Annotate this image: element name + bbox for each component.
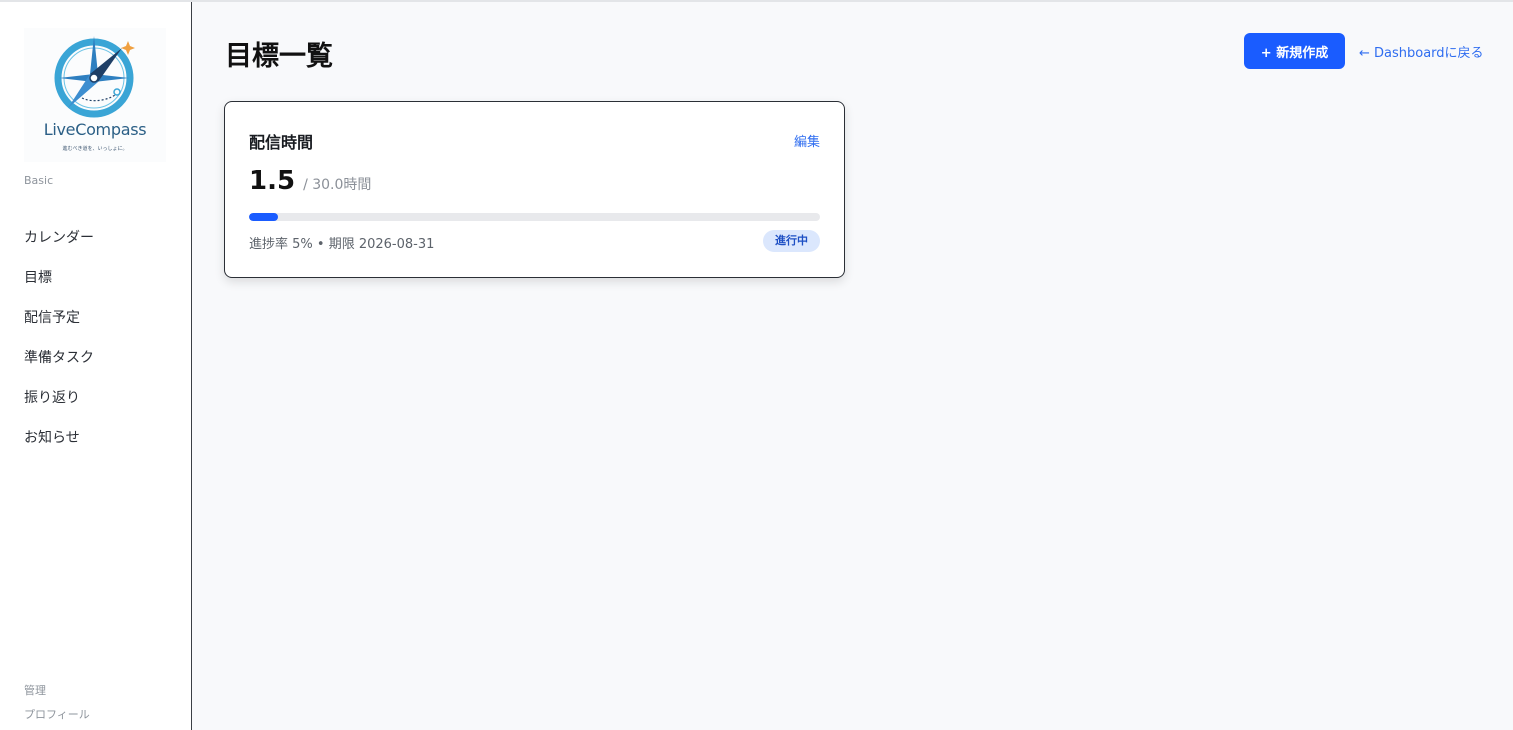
sidebar-item-admin[interactable]: 管理 xyxy=(24,684,90,708)
sidebar-item-review[interactable]: 振り返り xyxy=(24,388,94,428)
sidebar-footer: 管理 プロフィール xyxy=(24,684,90,730)
goal-card: 配信時間 編集 1.5 / 30.0時間 進捗率 5% • 期限 2026-08… xyxy=(224,101,845,278)
app-logo[interactable]: LiveCompass 進むべき道を、いっしょに。 xyxy=(24,28,166,162)
sidebar-item-schedule[interactable]: 配信予定 xyxy=(24,308,94,348)
logo-text: LiveCompass xyxy=(43,120,147,139)
goal-progress-bar xyxy=(249,213,820,221)
plan-label: Basic xyxy=(24,174,54,187)
goal-meta: 進捗率 5% • 期限 2026-08-31 xyxy=(249,237,435,252)
goal-title: 配信時間 xyxy=(249,133,314,152)
sidebar-item-goals[interactable]: 目標 xyxy=(24,268,94,308)
goal-progress-fill xyxy=(249,213,278,221)
new-goal-button[interactable]: + 新規作成 xyxy=(1244,33,1345,69)
main-content: 目標一覧 + 新規作成 ← Dashboardに戻る 配信時間 編集 1.5 /… xyxy=(193,2,1513,730)
goal-target-value: / 30.0時間 xyxy=(303,177,372,193)
sidebar-nav: カレンダー 目標 配信予定 準備タスク 振り返り お知らせ xyxy=(24,228,94,468)
sidebar-item-notices[interactable]: お知らせ xyxy=(24,428,94,468)
edit-goal-link[interactable]: 編集 xyxy=(794,131,820,150)
logo-tagline: 進むべき道を、いっしょに。 xyxy=(62,146,128,152)
compass-icon xyxy=(54,36,135,118)
back-to-dashboard-link[interactable]: ← Dashboardに戻る xyxy=(1359,42,1484,61)
sidebar-item-prep-tasks[interactable]: 準備タスク xyxy=(24,348,94,388)
app-root: LiveCompass 進むべき道を、いっしょに。 Basic カレンダー 目標… xyxy=(0,0,1513,730)
page-title: 目標一覧 xyxy=(225,41,333,72)
sidebar-item-calendar[interactable]: カレンダー xyxy=(24,228,94,268)
sidebar: LiveCompass 進むべき道を、いっしょに。 Basic カレンダー 目標… xyxy=(0,2,192,730)
sidebar-item-profile[interactable]: プロフィール xyxy=(24,708,90,730)
goal-current-value: 1.5 xyxy=(249,166,296,196)
status-badge: 進行中 xyxy=(763,230,820,252)
goal-value-row: 1.5 / 30.0時間 xyxy=(249,166,371,196)
